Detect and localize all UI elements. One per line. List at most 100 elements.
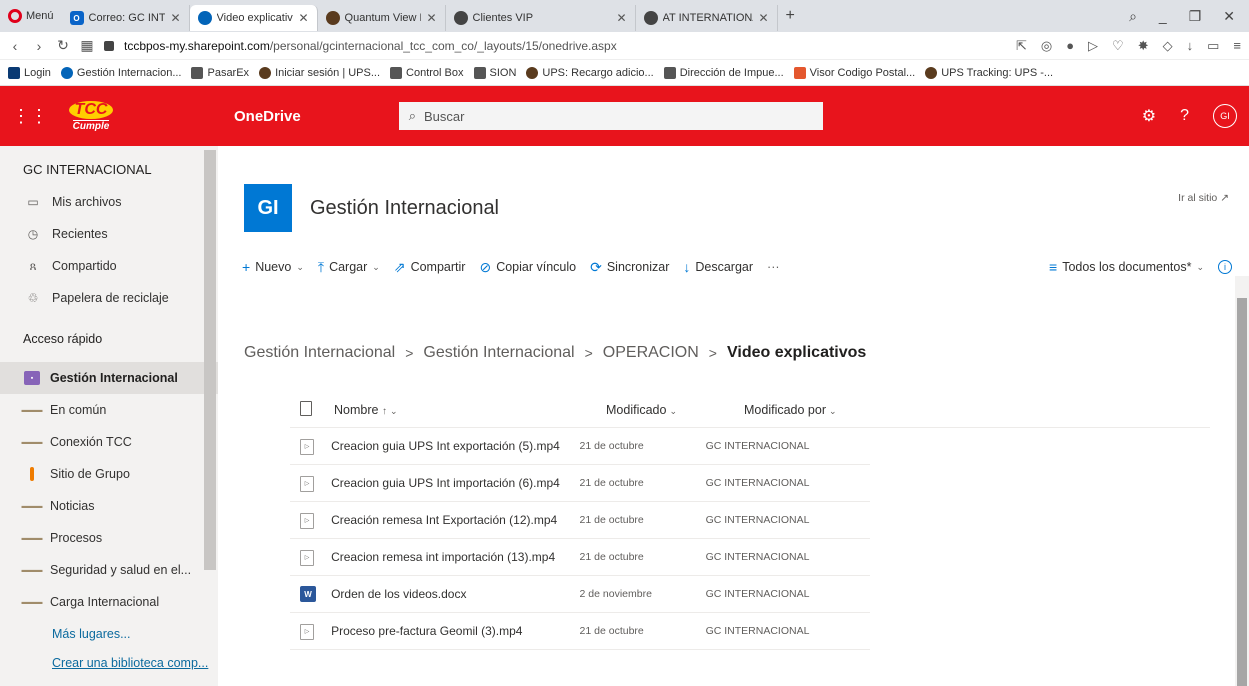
share-page-icon[interactable]: ⇱ <box>1016 38 1027 54</box>
file-name[interactable]: Creacion guia UPS Int exportación (5).mp… <box>331 439 579 453</box>
column-modified[interactable]: Modificado ⌄ <box>606 403 744 417</box>
maximize-icon[interactable]: ❐ <box>1189 8 1202 25</box>
browser-tab-at-international[interactable]: AT INTERNATIONAL LLC | C ✕ <box>636 5 778 31</box>
site-noticias[interactable]: ▬▬▬ Noticias <box>0 490 218 522</box>
bookmark-sion[interactable]: SION <box>473 66 516 79</box>
bookmark-login[interactable]: Login <box>8 66 51 79</box>
tcc-logo[interactable]: TCC Cumple <box>60 93 122 139</box>
search-input[interactable]: ⌕ Buscar <box>398 102 823 130</box>
share-button[interactable]: ⇗ Compartir <box>394 259 466 276</box>
word-file-icon: W <box>300 586 316 603</box>
speed-dial-icon[interactable]: ▦ <box>80 37 94 54</box>
go-to-site-link[interactable]: Ir al sitio ↗ <box>1178 192 1229 204</box>
breadcrumb-item[interactable]: Gestión Internacional <box>423 344 574 362</box>
snapshot-icon[interactable]: ◎ <box>1041 38 1052 54</box>
forward-icon[interactable]: › <box>32 38 46 54</box>
browser-menu-button[interactable]: Menú <box>0 0 62 32</box>
gear-icon[interactable]: ⚙ <box>1142 106 1156 126</box>
battery-icon[interactable]: ▭ <box>1207 38 1219 54</box>
create-library-link[interactable]: Crear una biblioteca comp... <box>0 650 218 676</box>
left-nav-scrollbar[interactable] <box>204 150 216 570</box>
close-window-icon[interactable]: ✕ <box>1223 8 1235 25</box>
site-sitio-de-grupo[interactable]: Sitio de Grupo <box>0 458 218 490</box>
table-row[interactable]: ▷ Creación remesa Int Exportación (12).m… <box>290 502 870 539</box>
bookmark-control-box[interactable]: Control Box <box>390 66 464 79</box>
globe-icon <box>643 11 658 25</box>
table-row[interactable]: ▷ Creacion guia UPS Int importación (6).… <box>290 465 870 502</box>
sync-button[interactable]: ⟳ Sincronizar <box>590 259 669 276</box>
bookmark-ups-recargo[interactable]: UPS: Recargo adicio... <box>526 66 654 79</box>
scrollbar-thumb[interactable] <box>1237 298 1247 686</box>
info-icon[interactable]: i <box>1218 260 1232 274</box>
bookmark-direccion[interactable]: Dirección de Impue... <box>663 66 784 79</box>
search-tabs-icon[interactable]: ⌕ <box>1129 8 1137 25</box>
close-icon[interactable]: ✕ <box>758 11 768 25</box>
reload-icon[interactable]: ↻ <box>56 37 70 54</box>
close-icon[interactable]: ✕ <box>426 11 436 25</box>
nav-item-mis-archivos[interactable]: ▭ Mis archivos <box>0 186 218 218</box>
avatar[interactable]: GI <box>1213 104 1237 128</box>
download-icon[interactable]: ↓ <box>1187 38 1194 54</box>
easy-setup-icon[interactable]: ≡ <box>1233 38 1241 54</box>
nav-item-recientes[interactable]: ◷ Recientes <box>0 218 218 250</box>
table-row[interactable]: ▷ Proceso pre-factura Geomil (3).mp4 21 … <box>290 613 870 650</box>
chevron-right-icon: > <box>708 345 717 361</box>
browser-tab-onedrive[interactable]: Video explicativos - OneDr ✕ <box>189 5 318 31</box>
help-icon[interactable]: ? <box>1180 107 1189 125</box>
file-name[interactable]: Creación remesa Int Exportación (12).mp4 <box>331 513 579 527</box>
site-procesos[interactable]: ▬▬▬ Procesos <box>0 522 218 554</box>
copy-link-button[interactable]: ⊘ Copiar vínculo <box>479 259 576 276</box>
browser-tab-quantum[interactable]: Quantum View Manage | U ✕ <box>318 5 446 31</box>
more-places-link[interactable]: Más lugares... <box>0 618 218 650</box>
download-button[interactable]: ↓ Descargar <box>683 259 753 275</box>
upload-button[interactable]: ⤒ Cargar ⌄ <box>318 259 380 276</box>
main-scrollbar[interactable] <box>1235 276 1249 686</box>
app-launcher-icon[interactable]: ⋮⋮ <box>0 106 60 127</box>
url-field[interactable]: tccbpos-my.sharepoint.com/personal/gcint… <box>124 39 617 53</box>
bookmark-ups-tracking[interactable]: UPS Tracking: UPS -... <box>925 66 1053 79</box>
close-icon[interactable]: ✕ <box>298 11 308 25</box>
file-icon-cell: ▷ <box>290 511 331 529</box>
vpn-icon[interactable]: ● <box>1066 38 1074 54</box>
more-options-button[interactable]: ··· <box>767 260 780 274</box>
table-row[interactable]: ▷ Creacion remesa int importación (13).m… <box>290 539 870 576</box>
new-button[interactable]: + Nuevo ⌄ <box>242 259 304 275</box>
file-name[interactable]: Creacion remesa int importación (13).mp4 <box>331 550 579 564</box>
table-row[interactable]: W Orden de los videos.docx 2 de noviembr… <box>290 576 870 613</box>
file-name[interactable]: Orden de los videos.docx <box>331 587 579 601</box>
close-icon[interactable]: ✕ <box>616 11 626 25</box>
close-icon[interactable]: ✕ <box>170 11 180 25</box>
bookmark-gestion[interactable]: Gestión Internacion... <box>60 66 181 79</box>
breadcrumb-item[interactable]: OPERACION <box>603 344 699 362</box>
file-name[interactable]: Proceso pre-factura Geomil (3).mp4 <box>331 624 579 638</box>
browser-tab-outlook[interactable]: O Correo: GC INTERNACIONA ✕ <box>62 5 190 31</box>
site-logo[interactable]: GI <box>244 184 292 232</box>
column-modified-by[interactable]: Modificado por ⌄ <box>744 403 924 417</box>
heart-icon[interactable]: ♡ <box>1112 38 1124 54</box>
minimize-icon[interactable]: _ <box>1159 8 1167 25</box>
site-seguridad-salud[interactable]: ▬▬▬ Seguridad y salud en el... <box>0 554 218 586</box>
back-icon[interactable]: ‹ <box>8 38 22 54</box>
nav-item-label: Papelera de reciclaje <box>52 291 169 305</box>
bookmark-ups-login[interactable]: Iniciar sesión | UPS... <box>259 66 380 79</box>
cube-icon[interactable]: ◇ <box>1163 38 1173 54</box>
bookmark-visor[interactable]: Visor Codigo Postal... <box>793 66 915 79</box>
nav-item-compartido[interactable]: ጸ Compartido <box>0 250 218 282</box>
column-name[interactable]: Nombre ↑ ⌄ <box>334 403 606 417</box>
table-row[interactable]: ▷ Creacion guia UPS Int exportación (5).… <box>290 428 870 465</box>
bookmark-pasarex[interactable]: PasarEx <box>191 66 249 79</box>
site-en-comun[interactable]: ▬▬▬ En común <box>0 394 218 426</box>
site-gestion-internacional[interactable]: ▪ Gestión Internacional <box>0 362 218 394</box>
browser-tab-clientes[interactable]: Clientes VIP ✕ <box>446 5 636 31</box>
site-conexion-tcc[interactable]: ▬▬▬ Conexión TCC <box>0 426 218 458</box>
breadcrumb-item[interactable]: Gestión Internacional <box>244 344 395 362</box>
app-name[interactable]: OneDrive <box>234 108 301 125</box>
player-icon[interactable]: ▷ <box>1088 38 1098 54</box>
file-type-header[interactable] <box>290 400 334 419</box>
site-carga-internacional[interactable]: ▬▬▬ Carga Internacional <box>0 586 218 618</box>
new-tab-button[interactable]: + <box>778 7 803 25</box>
nav-item-papelera[interactable]: ♲ Papelera de reciclaje <box>0 282 218 314</box>
file-name[interactable]: Creacion guia UPS Int importación (6).mp… <box>331 476 579 490</box>
view-selector[interactable]: ≡ Todos los documentos* ⌄ <box>1049 259 1204 275</box>
extension-icon[interactable]: ✸ <box>1138 38 1149 54</box>
